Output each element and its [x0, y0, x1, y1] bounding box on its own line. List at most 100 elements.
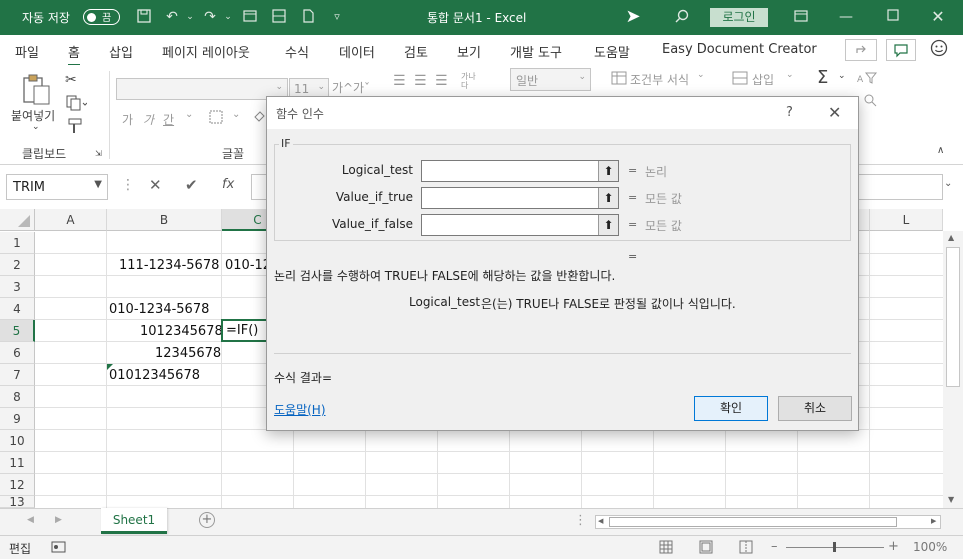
paste-dropdown-icon[interactable]: ⌄	[32, 122, 40, 132]
horizontal-scrollbar-thumb[interactable]	[609, 517, 897, 527]
zoom-level[interactable]: 100%	[913, 540, 947, 554]
underline-dropdown-icon[interactable]: ⌄	[185, 109, 193, 120]
row-header-7[interactable]: 7	[0, 364, 35, 386]
tab-data[interactable]: 데이터	[339, 42, 375, 61]
help-link[interactable]: 도움말(H)	[274, 401, 326, 418]
add-sheet-icon[interactable]: +	[199, 512, 215, 528]
tab-easy-document-creator[interactable]: Easy Document Creator	[662, 42, 817, 57]
prev-sheet-icon[interactable]: ◀	[27, 515, 34, 525]
insert-cells-icon[interactable]	[732, 71, 748, 88]
new-doc-icon[interactable]	[299, 8, 317, 26]
ribbon-display-icon[interactable]	[792, 8, 810, 26]
wrap-text-button[interactable]: 가나 다	[461, 72, 476, 90]
number-format-box[interactable]: 일반 ⌄	[510, 68, 591, 91]
tab-page-layout[interactable]: 페이지 레이아웃	[162, 42, 250, 61]
row-header-5[interactable]: 5	[0, 320, 35, 342]
font-name-box[interactable]: ⌄	[116, 78, 288, 100]
collapse-dialog-icon[interactable]: ⬆	[598, 161, 618, 181]
next-sheet-icon[interactable]: ▶	[55, 515, 62, 525]
tab-developer[interactable]: 개발 도구	[510, 42, 562, 61]
layout-icon[interactable]	[270, 8, 288, 26]
cell-c2[interactable]: 010-12	[225, 255, 271, 277]
tab-review[interactable]: 검토	[404, 42, 428, 61]
collapse-dialog-icon[interactable]: ⬆	[598, 215, 618, 235]
row-header-9[interactable]: 9	[0, 408, 35, 430]
sheet-splitter-icon[interactable]: ⋮	[574, 513, 587, 528]
cell-b4[interactable]: 010-1234-5678	[109, 299, 209, 321]
tab-home[interactable]: 홈	[68, 42, 80, 66]
vertical-scrollbar[interactable]: ▲ ▼	[943, 231, 963, 508]
tab-formulas[interactable]: 수식	[285, 42, 309, 61]
cut-icon[interactable]: ✂	[65, 72, 77, 88]
row-header-11[interactable]: 11	[0, 452, 35, 474]
conditional-format-icon[interactable]	[611, 71, 627, 88]
autosum-icon[interactable]: Σ	[817, 67, 828, 88]
tab-insert[interactable]: 삽입	[109, 42, 133, 61]
arg-value-if-true-input[interactable]: ⬆	[421, 187, 619, 209]
row-header-12[interactable]: 12	[0, 474, 35, 496]
cell-b5[interactable]: 1012345678	[140, 321, 223, 343]
arg-value-if-false-input[interactable]: ⬆	[421, 214, 619, 236]
scroll-right-icon[interactable]: ▶	[931, 517, 936, 525]
undo-icon[interactable]: ↶	[163, 8, 181, 26]
scroll-left-icon[interactable]: ◀	[598, 517, 603, 525]
row-header-6[interactable]: 6	[0, 342, 35, 364]
arg-logical-test-input[interactable]: ⬆	[421, 160, 619, 182]
dialog-close-icon[interactable]: ✕	[828, 103, 841, 122]
collapse-dialog-icon[interactable]: ⬆	[598, 188, 618, 208]
sheet-tab-sheet1[interactable]: Sheet1	[101, 508, 167, 534]
comments-button[interactable]	[886, 39, 916, 61]
page-break-view-icon[interactable]	[739, 540, 753, 558]
redo-icon[interactable]: ↷	[201, 8, 219, 26]
tab-help[interactable]: 도움말	[594, 42, 630, 61]
zoom-out-icon[interactable]: –	[771, 539, 778, 554]
macro-record-icon[interactable]	[51, 540, 67, 558]
share-button[interactable]	[845, 39, 877, 61]
fill-color-icon[interactable]	[252, 109, 266, 128]
align-middle-icon[interactable]: ☰	[414, 73, 427, 89]
border-dropdown-icon[interactable]: ⌄	[232, 109, 240, 120]
zoom-slider[interactable]	[786, 542, 884, 552]
customize-toolbar-icon[interactable]: ▿	[328, 8, 346, 26]
tab-file[interactable]: 파일	[15, 42, 39, 61]
paste-icon[interactable]	[20, 73, 52, 111]
insert-cells-button[interactable]: 삽입	[752, 71, 774, 88]
confirm-entry-icon[interactable]: ✔	[185, 176, 198, 194]
dialog-help-button[interactable]: ?	[786, 105, 793, 120]
expand-formula-bar-icon[interactable]: ⌄	[944, 178, 952, 189]
save-icon[interactable]	[135, 8, 153, 26]
column-header-l[interactable]: L	[870, 209, 943, 231]
zoom-slider-thumb[interactable]	[833, 542, 836, 552]
align-top-icon[interactable]: ☰	[393, 73, 406, 89]
name-box[interactable]: TRIM ▼	[6, 174, 108, 200]
column-header-b[interactable]: B	[107, 209, 222, 231]
copy-icon[interactable]	[65, 95, 88, 114]
scrollbar-thumb[interactable]	[946, 247, 960, 387]
row-header-3[interactable]: 3	[0, 276, 35, 298]
redo-dropdown-icon[interactable]: ⌄	[219, 8, 237, 26]
conditional-format-dropdown-icon[interactable]: ⌄	[697, 70, 705, 80]
zoom-in-icon[interactable]: +	[888, 539, 899, 554]
find-select-icon[interactable]	[856, 93, 880, 110]
row-header-8[interactable]: 8	[0, 386, 35, 408]
column-header-a[interactable]: A	[35, 209, 107, 231]
cell-b6[interactable]: 12345678	[155, 343, 221, 365]
autosum-dropdown-icon[interactable]: ⌄	[838, 71, 846, 81]
clipboard-launcher-icon[interactable]: ⇲	[95, 149, 102, 158]
row-header-2[interactable]: 2	[0, 254, 35, 276]
autosave-toggle[interactable]: 끔	[83, 9, 120, 25]
collapse-ribbon-icon[interactable]: ∧	[937, 145, 944, 156]
search-icon[interactable]	[673, 8, 691, 26]
smiley-icon[interactable]	[930, 39, 948, 61]
row-header-4[interactable]: 4	[0, 298, 35, 320]
bold-button[interactable]: 가	[122, 111, 133, 128]
dialog-title-bar[interactable]: 함수 인수 ? ✕	[267, 97, 858, 129]
row-header-10[interactable]: 10	[0, 430, 35, 452]
close-window-icon[interactable]: ✕	[929, 8, 947, 26]
cancel-entry-icon[interactable]: ✕	[149, 176, 162, 194]
align-bottom-icon[interactable]: ☰	[435, 73, 448, 89]
scroll-down-icon[interactable]: ▼	[948, 495, 954, 504]
sort-filter-icon[interactable]: A	[856, 71, 880, 88]
border-icon[interactable]	[208, 109, 226, 128]
login-button[interactable]: 로그인	[710, 8, 768, 27]
